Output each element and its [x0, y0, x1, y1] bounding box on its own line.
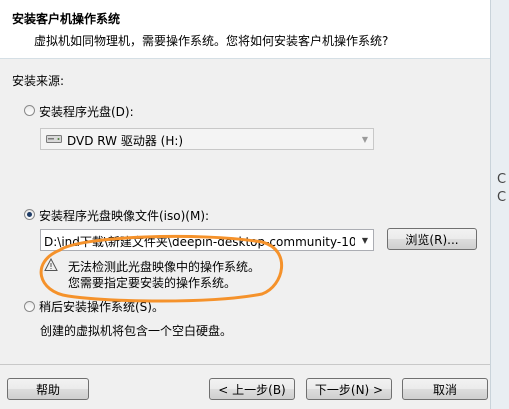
- next-button[interactable]: 下一步(N) >: [306, 378, 392, 400]
- dvd-drive-icon: [46, 133, 62, 145]
- iso-radio[interactable]: [24, 209, 35, 220]
- disc-radio[interactable]: [24, 105, 35, 116]
- iso-radio-label[interactable]: 安装程序光盘映像文件(iso)(M):: [39, 207, 209, 224]
- iso-path-value: D:\ind下载\新建文件夹\deepin-desktop-community-…: [44, 235, 355, 249]
- iso-path-input[interactable]: D:\ind下载\新建文件夹\deepin-desktop-community-…: [40, 229, 374, 251]
- wizard-header: 安装客户机操作系统 虚拟机如同物理机，需要操作系统。您将如何安装客户机操作系统?: [0, 0, 490, 59]
- chevron-down-icon[interactable]: ▼: [357, 230, 373, 250]
- warning-message-line2: 您需要指定要安装的操作系统。: [68, 276, 237, 290]
- chevron-down-icon: ▼: [361, 134, 369, 144]
- drive-select: DVD RW 驱动器 (H:) ▼: [40, 128, 374, 150]
- drive-select-value: DVD RW 驱动器 (H:): [67, 134, 184, 148]
- install-later-description: 创建的虚拟机将包含一个空白硬盘。: [40, 324, 233, 338]
- install-later-radio[interactable]: [24, 301, 35, 312]
- install-later-radio-label[interactable]: 稍后安装操作系统(S)。: [39, 298, 164, 315]
- cancel-button[interactable]: 取消: [402, 378, 488, 400]
- browse-button[interactable]: 浏览(R)...: [387, 228, 477, 250]
- source-label: 安装来源:: [12, 74, 65, 88]
- help-button[interactable]: 帮助: [7, 378, 89, 400]
- background-window-glyph: C: [497, 172, 507, 187]
- warning-message-line1: 无法检测此光盘映像中的操作系统。: [68, 260, 261, 274]
- annotation-circle: [39, 234, 283, 303]
- disc-radio-label[interactable]: 安装程序光盘(D):: [39, 103, 134, 120]
- warning-icon: [44, 257, 58, 272]
- header-title: 安装客户机操作系统: [12, 12, 121, 26]
- back-button[interactable]: < 上一步(B): [209, 378, 295, 400]
- background-window-glyph: C: [497, 190, 507, 205]
- header-description: 虚拟机如同物理机，需要操作系统。您将如何安装客户机操作系统?: [34, 34, 389, 48]
- footer-divider: [0, 364, 490, 365]
